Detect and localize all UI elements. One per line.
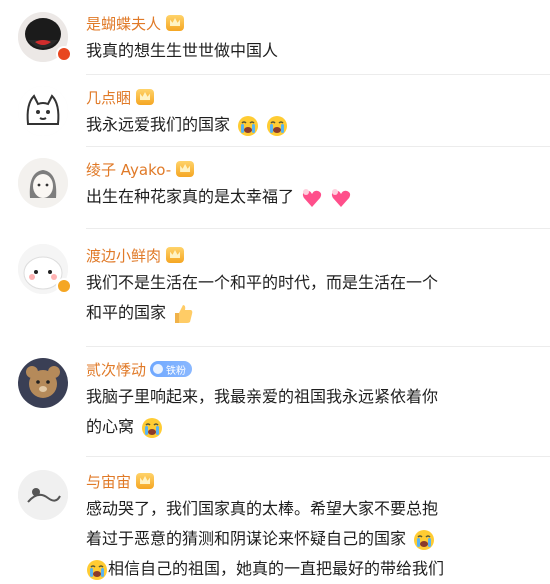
heart-with-bow-icon	[301, 187, 323, 209]
crown-icon	[136, 473, 155, 489]
username[interactable]: 渡边小鲜肉	[86, 245, 161, 266]
crown-icon	[136, 89, 155, 105]
fan-badge: 铁粉	[150, 361, 193, 377]
divider	[86, 456, 550, 457]
verified-badge-icon	[56, 46, 72, 62]
comment-text: 我们不是生活在一个和平的时代，而是生活在一个 和平的国家	[86, 268, 506, 328]
crown-icon	[176, 161, 195, 177]
comment-text: 我永远爱我们的国家	[86, 110, 506, 140]
comment-text: 出生在种花家真的是太幸福了	[86, 182, 506, 212]
crying-face-icon	[413, 529, 435, 551]
crying-face-icon	[266, 115, 288, 137]
crown-icon	[166, 247, 185, 263]
username[interactable]: 与宙宙	[86, 471, 131, 492]
divider	[86, 346, 550, 347]
divider	[86, 228, 550, 229]
comment-text: 我脑子里响起来，我最亲爱的祖国我永远紧依着你 的心窝	[86, 382, 506, 442]
username[interactable]: 贰次悸动	[86, 359, 146, 380]
crying-face-icon	[86, 559, 108, 581]
thumbs-up-icon	[173, 303, 195, 325]
username[interactable]: 是蝴蝶夫人	[86, 13, 161, 34]
divider	[86, 146, 550, 147]
username[interactable]: 几点睏	[86, 87, 131, 108]
heart-with-bow-icon	[330, 187, 352, 209]
username[interactable]: 绫子 Ayako-	[86, 159, 171, 180]
avatar[interactable]	[18, 158, 68, 208]
avatar[interactable]	[18, 86, 68, 136]
avatar[interactable]	[18, 470, 68, 520]
crying-face-icon	[141, 417, 163, 439]
comment-text: 我真的想生生世世做中国人	[86, 41, 279, 60]
divider	[86, 74, 550, 75]
crown-icon	[166, 15, 185, 31]
comment-text: 感动哭了，我们国家真的太棒。希望大家不要总抱 着过于恶意的猜测和阴谋论来怀疑自己…	[86, 494, 506, 584]
crying-face-icon	[237, 115, 259, 137]
verified-badge-icon	[56, 278, 72, 294]
avatar[interactable]	[18, 358, 68, 408]
